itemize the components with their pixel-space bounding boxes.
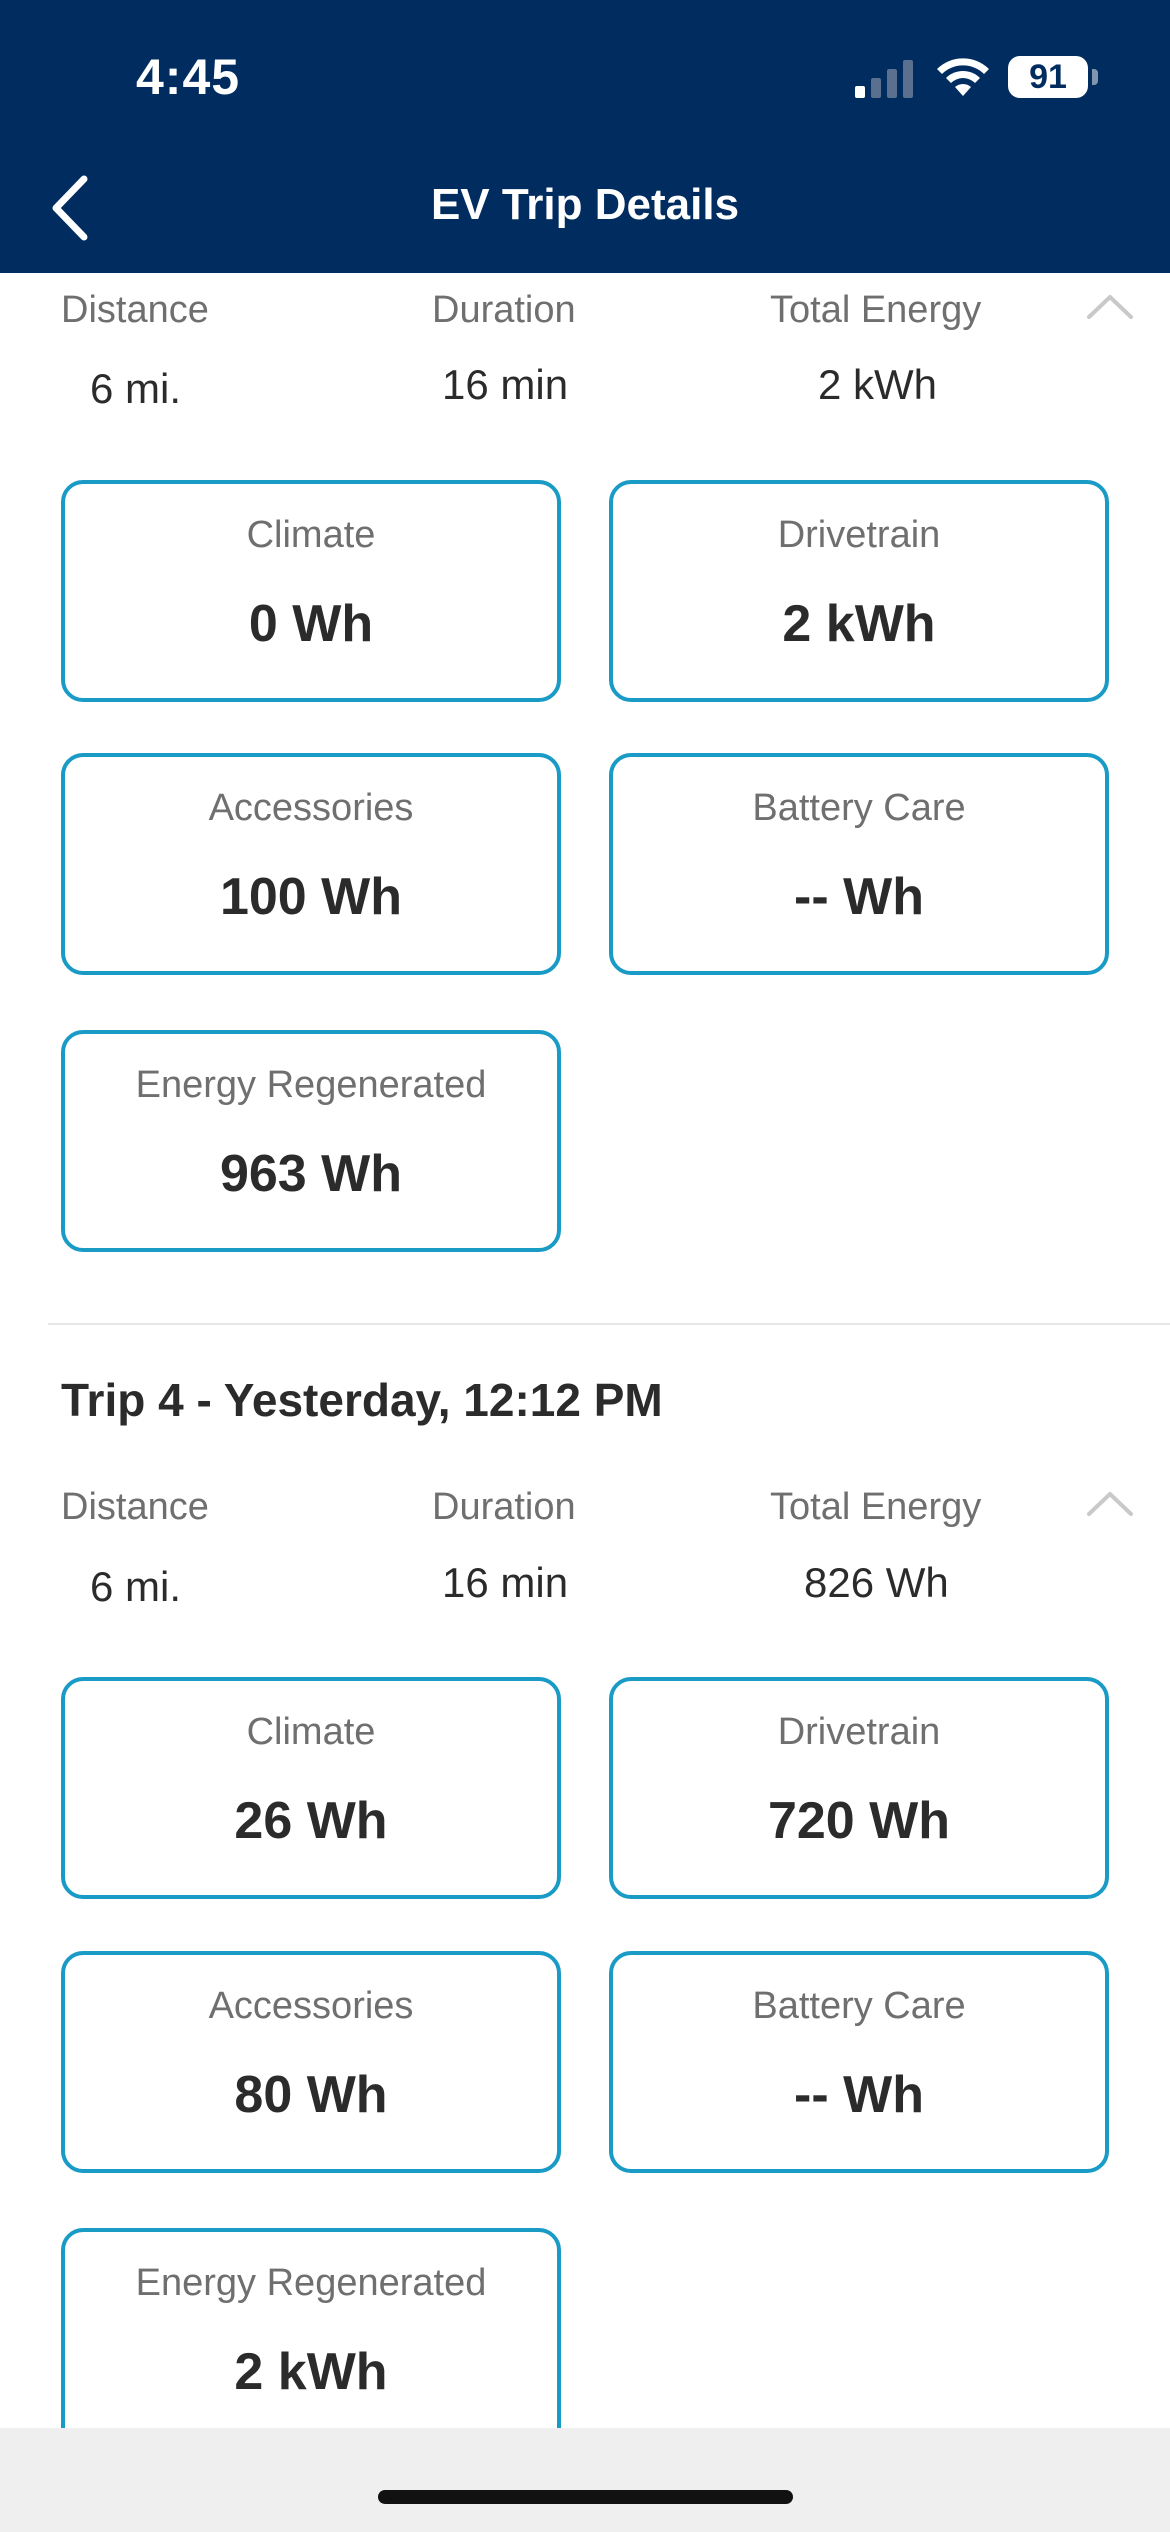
card-value: 2 kWh xyxy=(234,2343,388,2401)
climate-card: Climate 26 Wh xyxy=(61,1677,561,1899)
card-value: 80 Wh xyxy=(234,2066,388,2124)
status-time: 4:45 xyxy=(136,49,241,105)
section-divider xyxy=(48,1323,1170,1325)
duration-label: Duration xyxy=(432,1486,576,1528)
card-label: Battery Care xyxy=(752,787,966,829)
energy-regenerated-card: Energy Regenerated 2 kWh xyxy=(61,2228,561,2428)
total-energy-value: 2 kWh xyxy=(818,361,938,408)
climate-card: Climate 0 Wh xyxy=(61,480,561,702)
distance-label: Distance xyxy=(61,289,209,331)
total-energy-label: Total Energy xyxy=(770,1486,982,1528)
wifi-icon xyxy=(937,58,989,96)
trip-title: Trip 4 - Yesterday, 12:12 PM xyxy=(61,1374,663,1426)
cellular-signal-icon xyxy=(855,60,913,98)
card-value: 0 Wh xyxy=(248,595,374,653)
card-label: Drivetrain xyxy=(777,514,941,556)
card-value: -- Wh xyxy=(794,868,924,926)
duration-label: Duration xyxy=(432,289,576,331)
energy-regenerated-card: Energy Regenerated 963 Wh xyxy=(61,1030,561,1252)
card-label: Energy Regenerated xyxy=(135,2262,487,2304)
battery-nub xyxy=(1092,69,1098,85)
duration-value: 16 min xyxy=(442,361,569,408)
app-header: 4:45 91 EV Trip Details xyxy=(0,0,1170,273)
battery-care-card: Battery Care -- Wh xyxy=(609,1951,1109,2173)
card-value: 2 kWh xyxy=(782,595,936,653)
distance-value: 6 mi. xyxy=(90,365,182,412)
card-label: Accessories xyxy=(208,1985,414,2027)
card-label: Energy Regenerated xyxy=(135,1064,487,1106)
card-label: Climate xyxy=(246,514,376,556)
card-value: 720 Wh xyxy=(767,1792,951,1850)
drivetrain-card: Drivetrain 720 Wh xyxy=(609,1677,1109,1899)
home-indicator[interactable] xyxy=(378,2490,793,2504)
accessories-card: Accessories 100 Wh xyxy=(61,753,561,975)
duration-value: 16 min xyxy=(442,1559,569,1606)
collapse-chevron-icon[interactable] xyxy=(1085,291,1135,321)
battery-icon: 91 xyxy=(1008,56,1088,98)
battery-care-card: Battery Care -- Wh xyxy=(609,753,1109,975)
page-title: EV Trip Details xyxy=(430,180,740,229)
card-value: 26 Wh xyxy=(234,1792,388,1850)
card-value: 100 Wh xyxy=(219,868,403,926)
card-label: Drivetrain xyxy=(777,1711,941,1753)
drivetrain-card: Drivetrain 2 kWh xyxy=(609,480,1109,702)
card-label: Battery Care xyxy=(752,1985,966,2027)
distance-value: 6 mi. xyxy=(90,1563,182,1610)
card-label: Climate xyxy=(246,1711,376,1753)
trip-list[interactable]: Distance Duration Total Energy 6 mi. 16 … xyxy=(0,273,1170,2428)
accessories-card: Accessories 80 Wh xyxy=(61,1951,561,2173)
collapse-chevron-icon[interactable] xyxy=(1085,1488,1135,1518)
home-indicator-area xyxy=(0,2428,1170,2532)
card-value: -- Wh xyxy=(794,2066,924,2124)
total-energy-value: 826 Wh xyxy=(804,1559,949,1606)
card-value: 963 Wh xyxy=(219,1145,403,1203)
distance-label: Distance xyxy=(61,1486,209,1528)
total-energy-label: Total Energy xyxy=(770,289,982,331)
card-label: Accessories xyxy=(208,787,414,829)
